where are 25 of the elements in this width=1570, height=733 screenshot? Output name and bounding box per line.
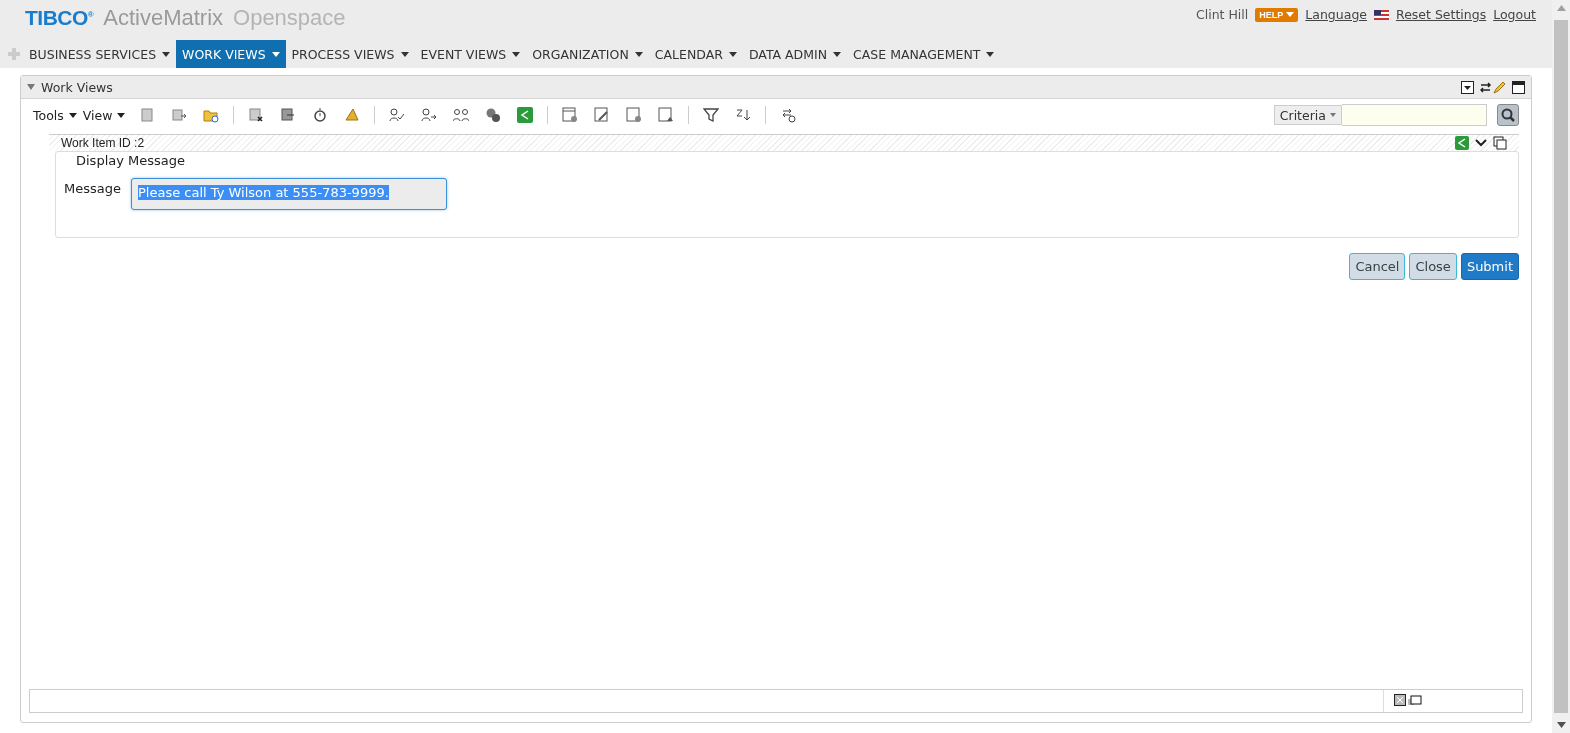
menu-item[interactable]: DATA ADMIN bbox=[742, 40, 848, 68]
product-name: ActiveMatrix bbox=[103, 5, 224, 31]
menu-item[interactable]: PROCESS VIEWS bbox=[285, 40, 415, 68]
form-title: Display Message bbox=[76, 153, 187, 168]
field-label: Message bbox=[64, 181, 121, 196]
brand-logo: TIBCO$^{®}$ bbox=[25, 6, 94, 30]
form-button[interactable]: Submit bbox=[1460, 253, 1519, 280]
menu-item[interactable]: BUSINESS SERVICES bbox=[23, 40, 177, 68]
suite-name: Openspace bbox=[233, 5, 346, 31]
user-name: Clint Hill bbox=[1196, 7, 1249, 22]
form-button[interactable]: Close bbox=[1409, 253, 1457, 280]
panel-title: Work Views bbox=[41, 79, 113, 95]
menu-item[interactable]: EVENT VIEWS bbox=[414, 40, 527, 68]
menu-item[interactable]: CASE MANAGEMENT bbox=[847, 40, 1001, 68]
toolbar-menu[interactable]: View bbox=[82, 107, 126, 123]
language-link[interactable]: Language bbox=[1305, 7, 1367, 22]
reset-settings-link[interactable]: Reset Settings bbox=[1396, 7, 1487, 22]
menu-item[interactable]: CALENDAR bbox=[648, 40, 743, 68]
criteria-dropdown[interactable]: Criteria bbox=[1273, 105, 1342, 125]
menu-item[interactable]: WORK VIEWS bbox=[176, 40, 286, 68]
logout-link[interactable]: Logout bbox=[1493, 7, 1536, 22]
work-item-title: Work Item ID :2 bbox=[61, 136, 145, 150]
menu-item[interactable]: ORGANIZATION bbox=[526, 40, 649, 68]
toolbar-menu[interactable]: Tools bbox=[33, 107, 77, 123]
form-button[interactable]: Cancel bbox=[1349, 253, 1406, 280]
